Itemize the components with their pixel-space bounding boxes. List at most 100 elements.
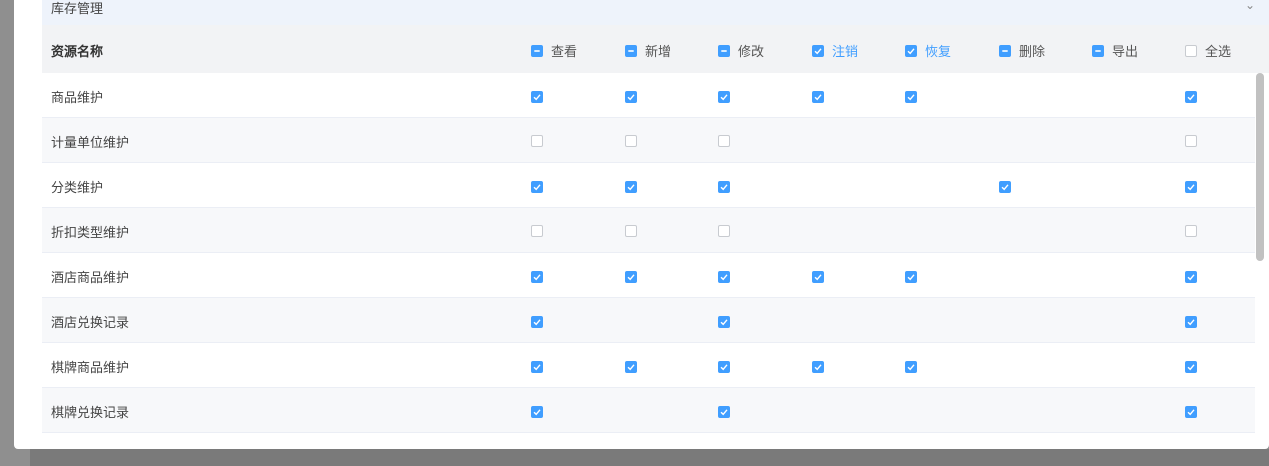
chevron-down-icon[interactable]: ⌄ (1245, 0, 1255, 12)
permission-cell (531, 134, 543, 150)
permission-cell (718, 179, 730, 195)
permission-checkbox[interactable] (1185, 271, 1197, 283)
resource-name: 酒店商品维护 (51, 270, 130, 285)
table-row: 计量单位维护 (42, 118, 1255, 163)
permission-cell (531, 404, 543, 420)
permission-cell (718, 134, 730, 150)
section-header[interactable]: 库存管理 ⌄ (42, 0, 1269, 26)
permission-checkbox[interactable] (1185, 135, 1197, 147)
permission-checkbox[interactable] (718, 406, 730, 418)
permission-checkbox[interactable] (718, 271, 730, 283)
column-header-label: 删除 (1019, 44, 1046, 59)
permission-checkbox[interactable] (812, 361, 824, 373)
resource-name: 分类维护 (51, 180, 104, 195)
table-row: 分类维护 (42, 163, 1255, 208)
permission-rows: 商品维护 计量单位维护 分类维护 折扣类型维护 酒店商品维护 酒店兑换记录 棋牌商品维护 棋牌… (42, 73, 1255, 449)
permission-cell (531, 314, 543, 330)
permission-checkbox[interactable] (625, 271, 637, 283)
permission-checkbox[interactable] (999, 181, 1011, 193)
permission-cell (812, 269, 824, 285)
column-header-1[interactable]: 新增 (625, 41, 671, 60)
permission-cell (812, 359, 824, 375)
permission-checkbox[interactable] (625, 181, 637, 193)
column-header-label: 修改 (738, 44, 765, 59)
table-row: 采购业务 (42, 433, 1255, 449)
column-header-0[interactable]: 查看 (531, 41, 577, 60)
resource-name: 采购业务 (51, 447, 103, 449)
permission-checkbox[interactable] (1185, 181, 1197, 193)
column-select-all-checkbox[interactable] (625, 44, 637, 57)
permission-cell (1185, 359, 1197, 375)
column-select-all-checkbox[interactable] (718, 44, 730, 57)
permission-checkbox[interactable] (531, 406, 543, 418)
column-header-5[interactable]: 删除 (999, 41, 1045, 60)
column-header-label: 注销 (832, 44, 859, 59)
permission-cell (625, 179, 637, 195)
permission-cell (999, 179, 1011, 195)
permission-cell (1185, 269, 1197, 285)
permission-cell (1185, 89, 1197, 105)
table-header: 资源名称 查看 新增 修改 注销 恢复 删除 导出 全选 (42, 25, 1269, 73)
column-header-2[interactable]: 修改 (718, 41, 764, 60)
permission-checkbox[interactable] (625, 135, 637, 147)
permission-cell (812, 89, 824, 105)
permission-cell (1185, 404, 1197, 420)
permission-cell (1185, 134, 1197, 150)
permission-checkbox[interactable] (718, 361, 730, 373)
permission-checkbox[interactable] (531, 91, 543, 103)
column-select-all-checkbox[interactable] (812, 44, 824, 57)
permission-checkbox[interactable] (531, 271, 543, 283)
permission-checkbox[interactable] (718, 181, 730, 193)
permission-cell (905, 269, 917, 285)
permission-checkbox[interactable] (905, 361, 917, 373)
permission-checkbox[interactable] (718, 225, 730, 237)
permission-checkbox[interactable] (905, 271, 917, 283)
permission-checkbox[interactable] (625, 91, 637, 103)
table-row: 商品维护 (42, 73, 1255, 118)
permission-checkbox[interactable] (531, 135, 543, 147)
resource-name: 折扣类型维护 (51, 225, 130, 240)
column-select-all-checkbox[interactable] (905, 44, 917, 57)
permission-checkbox[interactable] (812, 271, 824, 283)
permission-cell (531, 179, 543, 195)
scrollbar-thumb[interactable] (1256, 73, 1264, 261)
permission-checkbox[interactable] (812, 91, 824, 103)
permission-checkbox[interactable] (531, 361, 543, 373)
permission-cell (625, 224, 637, 240)
permission-checkbox[interactable] (905, 91, 917, 103)
permission-cell (531, 89, 543, 105)
resource-name: 酒店兑换记录 (51, 315, 130, 330)
permission-cell (718, 89, 730, 105)
permission-checkbox[interactable] (1185, 225, 1197, 237)
permission-checkbox[interactable] (625, 225, 637, 237)
backdrop-lower-panel (30, 449, 1269, 466)
permission-checkbox[interactable] (531, 225, 543, 237)
column-select-all-checkbox[interactable] (999, 44, 1011, 57)
permission-cell (1185, 179, 1197, 195)
column-select-all-checkbox[interactable] (531, 44, 543, 57)
permission-checkbox[interactable] (718, 91, 730, 103)
permission-checkbox[interactable] (718, 135, 730, 147)
column-header-7[interactable]: 全选 (1185, 41, 1231, 60)
permission-checkbox[interactable] (1185, 91, 1197, 103)
permission-checkbox[interactable] (1185, 361, 1197, 373)
resource-name: 计量单位维护 (51, 135, 130, 150)
column-header-label: 新增 (645, 44, 672, 59)
column-select-all-checkbox[interactable] (1185, 44, 1197, 57)
permission-checkbox[interactable] (531, 181, 543, 193)
permission-checkbox[interactable] (531, 316, 543, 328)
resource-name: 商品维护 (51, 90, 104, 105)
permission-cell (625, 134, 637, 150)
permission-cell (531, 224, 543, 240)
permission-checkbox[interactable] (625, 361, 637, 373)
permission-cell (718, 359, 730, 375)
permission-checkbox[interactable] (1185, 316, 1197, 328)
column-header-6[interactable]: 导出 (1092, 41, 1138, 60)
column-header-4[interactable]: 恢复 (905, 41, 951, 60)
permission-cell (905, 89, 917, 105)
section-title: 库存管理 (51, 1, 104, 16)
column-select-all-checkbox[interactable] (1092, 44, 1104, 57)
permission-checkbox[interactable] (1185, 406, 1197, 418)
column-header-3[interactable]: 注销 (812, 41, 858, 60)
permission-checkbox[interactable] (718, 316, 730, 328)
